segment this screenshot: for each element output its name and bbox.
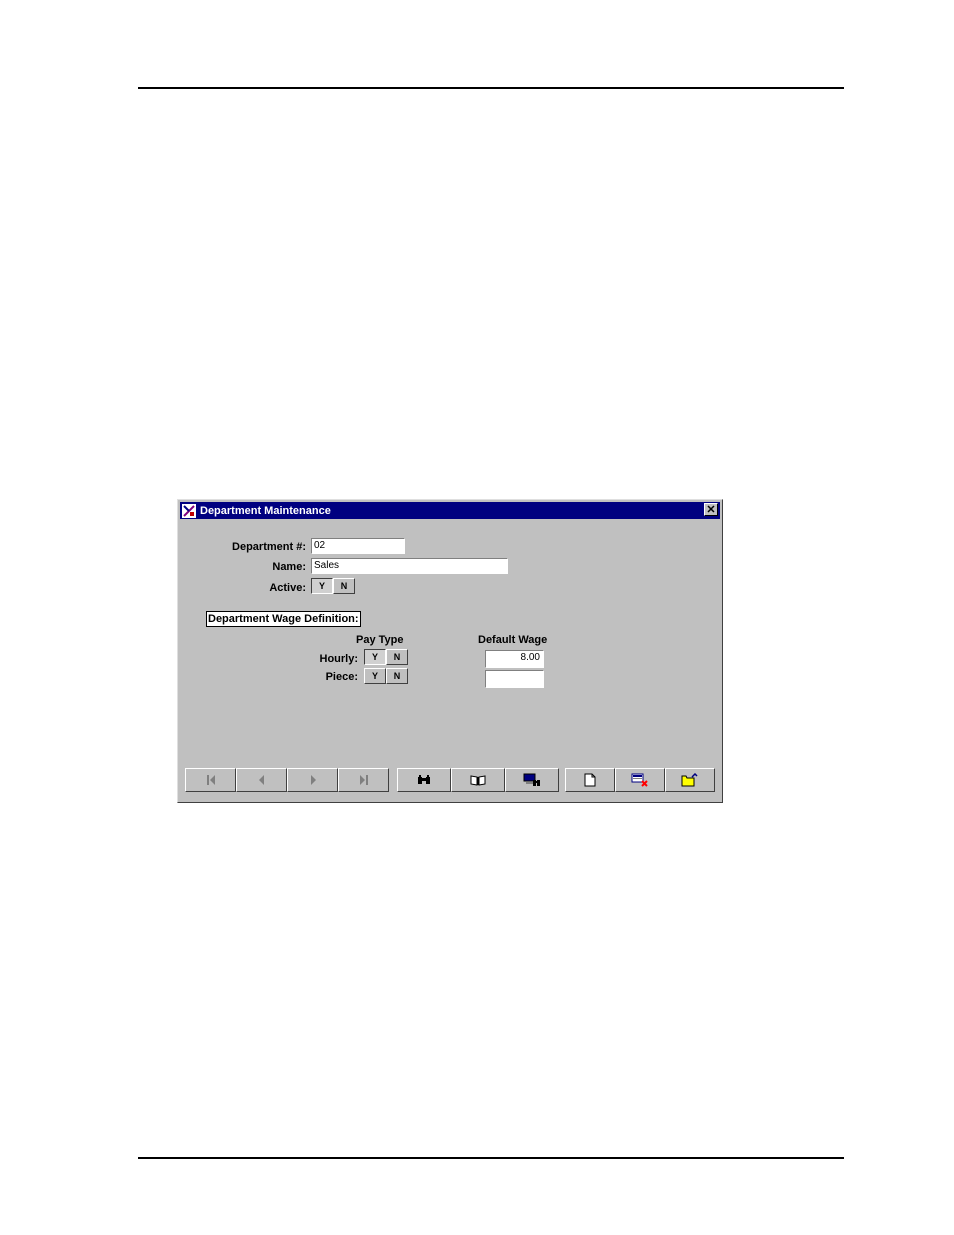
new-record-button[interactable] <box>565 768 615 792</box>
first-record-button[interactable] <box>185 768 236 792</box>
active-no-button[interactable]: N <box>333 578 355 594</box>
new-document-icon <box>584 773 596 787</box>
delete-record-icon <box>631 773 648 787</box>
close-button[interactable]: ✕ <box>704 503 718 516</box>
computer-search-icon <box>523 773 540 786</box>
next-record-button[interactable] <box>287 768 338 792</box>
name-label: Name: <box>272 561 306 573</box>
hourly-toggle: Y N <box>364 649 408 665</box>
active-label: Active: <box>269 582 306 594</box>
piece-no-button[interactable]: N <box>386 668 408 684</box>
first-record-icon <box>206 775 215 785</box>
next-record-icon <box>310 775 316 785</box>
book-lookup-icon <box>470 775 486 786</box>
navigation-toolbar <box>185 768 389 792</box>
wage-definition-group-title: Department Wage Definition: <box>206 611 361 627</box>
last-record-icon <box>359 775 368 785</box>
piece-wage-field[interactable] <box>485 670 544 688</box>
open-folder-icon <box>681 773 698 787</box>
hourly-no-button[interactable]: N <box>386 649 408 665</box>
default-wage-header: Default Wage <box>478 634 548 646</box>
header-rule <box>138 87 844 89</box>
active-yes-button[interactable]: Y <box>311 578 333 594</box>
piece-yes-button[interactable]: Y <box>364 668 386 684</box>
last-record-button[interactable] <box>338 768 389 792</box>
title-bar[interactable]: Department Maintenance ✕ <box>180 502 720 519</box>
footer-rule <box>138 1157 844 1159</box>
name-field[interactable]: Sales <box>311 558 508 574</box>
pay-type-header: Pay Type <box>356 634 404 646</box>
app-icon <box>182 503 196 518</box>
previous-record-icon <box>258 775 264 785</box>
open-folder-button[interactable] <box>665 768 715 792</box>
hourly-wage-field[interactable]: 8.00 <box>485 650 544 668</box>
actions-toolbar <box>565 768 715 792</box>
close-icon: ✕ <box>706 504 716 516</box>
search-button[interactable] <box>505 768 559 792</box>
department-maintenance-window: Department Maintenance ✕ Department #: 0… <box>177 499 723 803</box>
department-number-label: Department #: <box>232 541 306 553</box>
lookup-button[interactable] <box>451 768 505 792</box>
hourly-yes-button[interactable]: Y <box>364 649 386 665</box>
search-toolbar <box>397 768 559 792</box>
hourly-label: Hourly: <box>319 653 359 665</box>
active-toggle: Y N <box>311 578 355 594</box>
department-number-field[interactable]: 02 <box>311 538 405 554</box>
window-title: Department Maintenance <box>200 504 331 517</box>
find-button[interactable] <box>397 768 451 792</box>
piece-label: Piece: <box>325 671 358 683</box>
piece-toggle: Y N <box>364 668 408 684</box>
delete-record-button[interactable] <box>615 768 665 792</box>
binoculars-find-icon <box>418 775 430 784</box>
previous-record-button[interactable] <box>236 768 287 792</box>
